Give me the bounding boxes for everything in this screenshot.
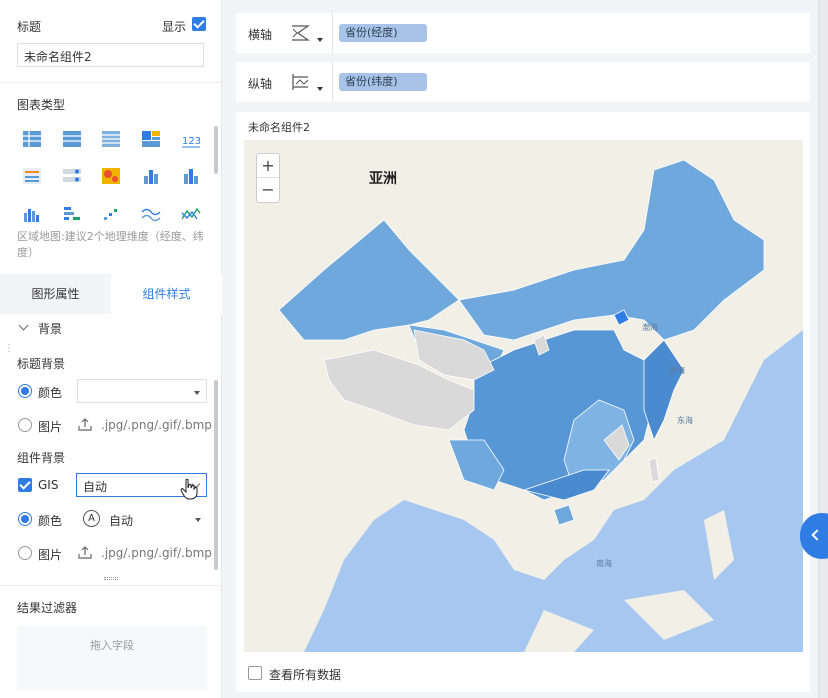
- drag-handle-icon[interactable]: ⋮: [4, 343, 14, 354]
- map-canvas[interactable]: 亚洲 渤海 黄海 东海 南海: [244, 140, 803, 652]
- indonesia-land: [524, 610, 594, 652]
- crosstable-icon[interactable]: [62, 129, 82, 149]
- show-title-checkbox[interactable]: [192, 17, 206, 31]
- sea-label: 渤海: [642, 322, 658, 332]
- show-title-label: 显示: [162, 20, 187, 34]
- title-bg-color-radio[interactable]: [18, 384, 32, 398]
- chart-type-label: 图表类型: [17, 98, 66, 112]
- component-bg-color-label: 颜色: [38, 514, 63, 528]
- sea-label: 南海: [596, 558, 612, 568]
- table-icon[interactable]: [22, 129, 42, 149]
- heatmap-icon[interactable]: [101, 166, 121, 186]
- caret-down-icon: [195, 518, 201, 522]
- chevron-left-icon: [811, 529, 823, 541]
- filter-drop-zone[interactable]: 拖入字段: [17, 626, 207, 690]
- x-axis-field-pill[interactable]: 省份(经度): [339, 24, 427, 42]
- title-bg-image-formats: .jpg/.png/.gif/.bmp: [101, 418, 212, 432]
- grouped-bar-icon[interactable]: [62, 204, 82, 224]
- map-svg: 亚洲 渤海 黄海 东海 南海: [244, 140, 803, 652]
- title-bg-image-radio[interactable]: [18, 418, 32, 432]
- divider: [0, 82, 222, 83]
- upload-icon[interactable]: [78, 545, 92, 559]
- title-bg-image-label: 图片: [38, 420, 63, 434]
- component-bg-image-formats: .jpg/.png/.gif/.bmp: [101, 546, 212, 560]
- detail-table-icon[interactable]: [101, 129, 121, 149]
- sort-x-icon[interactable]: [290, 23, 312, 43]
- title-background-label: 标题背景: [17, 357, 66, 371]
- list-icon[interactable]: [62, 166, 82, 186]
- sea-label: 东海: [677, 415, 693, 425]
- gis-select-value: 自动: [83, 480, 108, 494]
- divider: [332, 13, 333, 53]
- component-background-label: 组件背景: [17, 451, 66, 465]
- component-bg-color-value: 自动: [109, 514, 134, 528]
- title-section-label: 标题: [17, 20, 42, 34]
- bar-chart-icon[interactable]: [181, 166, 201, 186]
- stacked-bar-icon[interactable]: [141, 166, 161, 186]
- window-edge: [818, 0, 828, 698]
- tab-component-style[interactable]: 组件样式: [111, 274, 222, 314]
- property-tabs: 图形属性 组件样式: [0, 274, 222, 314]
- title-bg-color-label: 颜色: [38, 386, 63, 400]
- component-bg-color-radio[interactable]: [18, 512, 32, 526]
- column-icon[interactable]: [22, 204, 42, 224]
- line-chart-icon[interactable]: [141, 204, 161, 224]
- kpi-icon[interactable]: [22, 166, 42, 186]
- area-line-icon[interactable]: [181, 204, 201, 224]
- component-bg-image-label: 图片: [38, 548, 63, 562]
- divider: [0, 585, 222, 586]
- chart-title: 未命名组件2: [248, 121, 310, 134]
- scatter-icon[interactable]: [101, 204, 121, 224]
- background-section-label[interactable]: 背景: [38, 320, 62, 337]
- x-axis-label: 横轴: [248, 28, 273, 42]
- gis-label: GIS: [38, 478, 59, 492]
- y-axis-row: 纵轴 省份(纬度): [236, 62, 810, 102]
- sort-y-icon[interactable]: [290, 72, 312, 92]
- gis-checkbox[interactable]: [18, 478, 32, 492]
- filter-label: 结果过滤器: [17, 601, 78, 615]
- component-bg-color-select[interactable]: A 自动: [77, 507, 207, 531]
- view-all-label[interactable]: 查看所有数据: [269, 666, 341, 683]
- caret-down-icon[interactable]: [317, 87, 323, 91]
- chevron-down-icon[interactable]: [18, 320, 29, 331]
- asia-label: 亚洲: [369, 171, 397, 187]
- resize-handle[interactable]: [104, 577, 118, 580]
- upload-icon[interactable]: [78, 417, 92, 431]
- component-bg-image-radio[interactable]: [18, 546, 32, 560]
- y-axis-field-pill[interactable]: 省份(纬度): [339, 73, 427, 91]
- zoom-out-button[interactable]: −: [257, 178, 279, 202]
- philippines-land: [704, 510, 734, 580]
- treemap-icon[interactable]: [141, 129, 161, 149]
- y-axis-label: 纵轴: [248, 77, 273, 91]
- tab-graph-props[interactable]: 图形属性: [0, 274, 111, 314]
- auto-color-icon: A: [83, 510, 100, 527]
- chart-type-scrollbar[interactable]: [214, 126, 218, 174]
- caret-down-icon: [194, 391, 200, 395]
- divider: [332, 62, 333, 102]
- svg-text:123: 123: [182, 136, 201, 147]
- sea-label: 黄海: [669, 365, 685, 375]
- view-all-checkbox[interactable]: [248, 666, 262, 680]
- zoom-in-button[interactable]: +: [257, 154, 279, 178]
- caret-down-icon[interactable]: [317, 38, 323, 42]
- title-bg-color-select[interactable]: [77, 379, 207, 403]
- borneo-land: [624, 590, 714, 640]
- x-axis-row: 横轴 省份(经度): [236, 13, 810, 53]
- chart-type-hint: 区域地图:建议2个地理维度（经度、纬度）: [17, 230, 204, 259]
- number-card-icon[interactable]: 123: [181, 129, 201, 149]
- filter-drop-hint: 拖入字段: [90, 639, 134, 652]
- style-scrollbar[interactable]: [214, 380, 218, 570]
- hand-cursor-icon: [180, 478, 198, 500]
- title-input[interactable]: 未命名组件2: [17, 43, 204, 67]
- left-config-panel: 标题 显示 未命名组件2 图表类型 123 区域地图:建议2个地理维度（经度、纬…: [0, 0, 222, 698]
- map-zoom-control: + −: [256, 153, 280, 203]
